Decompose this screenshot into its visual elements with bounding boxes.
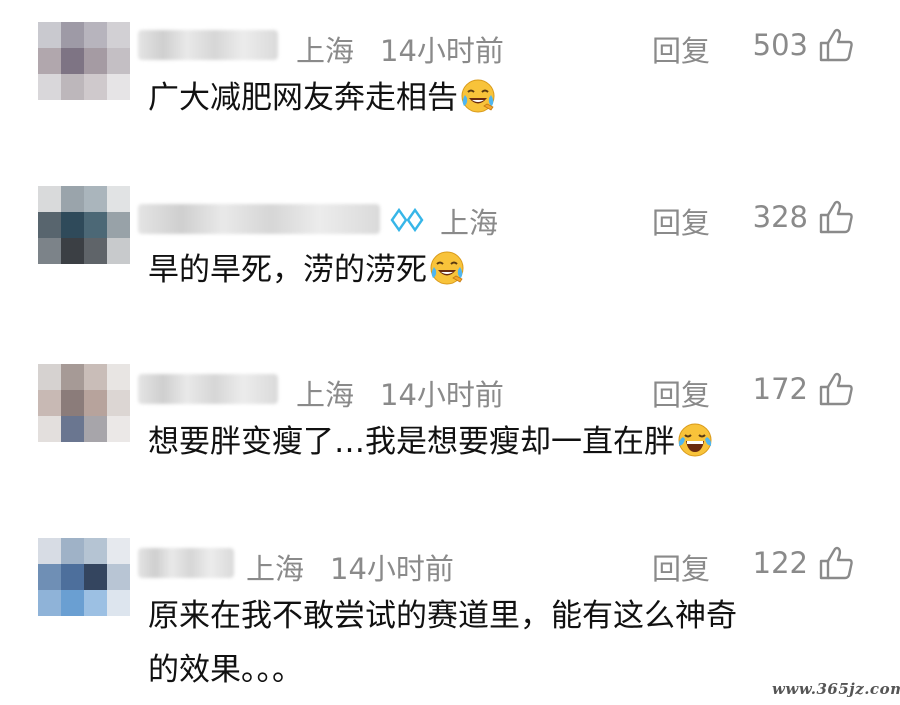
reply-button[interactable]: 回复 xyxy=(652,546,710,588)
comment-text: 广大减肥网友奔走相告 xyxy=(148,76,496,120)
vip-diamond-icon xyxy=(390,208,424,232)
crying-laughing-face-icon xyxy=(429,250,465,286)
thumbs-up-icon[interactable] xyxy=(818,372,854,406)
thumbs-up-icon[interactable] xyxy=(818,200,854,234)
reply-button[interactable]: 回复 xyxy=(652,372,710,414)
like-count: 328 xyxy=(752,200,808,234)
watermark: www.365jz.com xyxy=(772,680,900,698)
location: 上海 xyxy=(440,206,499,240)
like-count: 122 xyxy=(752,546,808,580)
username[interactable] xyxy=(138,374,278,404)
timestamp: 14小时前 xyxy=(330,552,454,586)
avatar[interactable] xyxy=(38,22,130,100)
location: 上海 xyxy=(296,378,355,412)
avatar[interactable] xyxy=(38,186,130,264)
comment-text-line-2: 的效果。。。 xyxy=(148,652,303,688)
reply-button[interactable]: 回复 xyxy=(652,200,710,242)
avatar[interactable] xyxy=(38,364,130,442)
comment-text-line-1: 原来在我不敢尝试的赛道里，能有这么神奇 xyxy=(148,598,737,634)
crying-laughing-face-icon xyxy=(460,78,496,114)
thumbs-up-icon[interactable] xyxy=(818,546,854,580)
timestamp: 14小时前 xyxy=(380,378,504,412)
like-count: 503 xyxy=(752,28,808,62)
comment-text: 旱的旱死，涝的涝死 xyxy=(148,248,465,292)
thumbs-up-icon[interactable] xyxy=(818,28,854,62)
timestamp: 14小时前 xyxy=(380,34,504,68)
avatar[interactable] xyxy=(38,538,130,616)
comment-text: 想要胖变瘦了…我是想要瘦却一直在胖 xyxy=(148,420,713,464)
location: 上海 xyxy=(296,34,355,68)
username[interactable] xyxy=(138,30,278,60)
username[interactable] xyxy=(138,204,380,234)
like-count: 172 xyxy=(752,372,808,406)
location: 上海 xyxy=(246,552,305,586)
tears-of-joy-face-icon xyxy=(677,422,713,458)
username[interactable] xyxy=(138,548,234,578)
reply-button[interactable]: 回复 xyxy=(652,28,710,70)
